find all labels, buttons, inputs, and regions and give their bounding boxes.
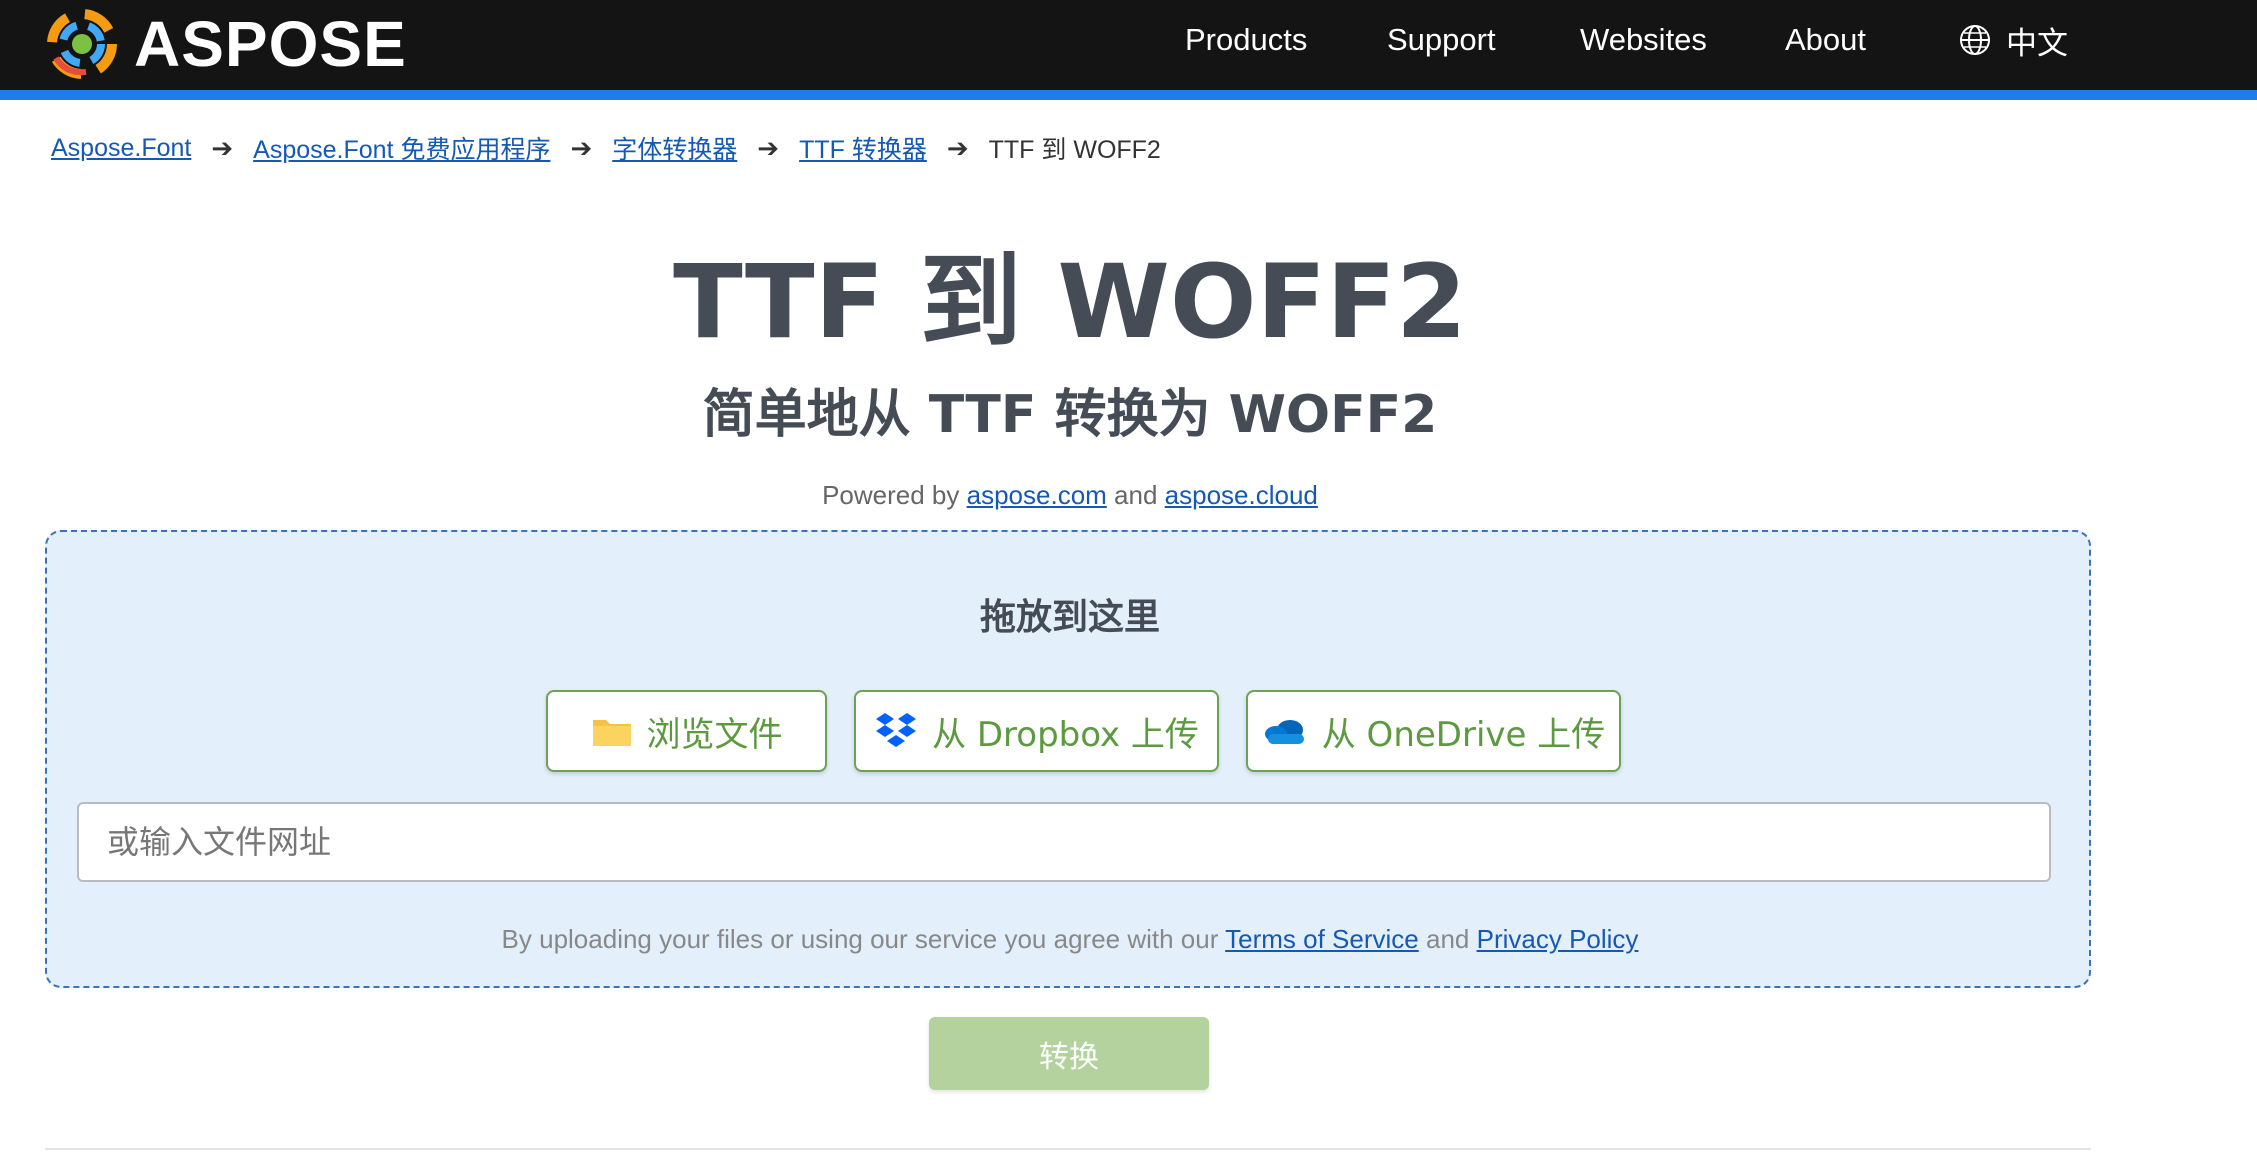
privacy-policy-link[interactable]: Privacy Policy — [1477, 924, 1639, 954]
nav-about[interactable]: About — [1785, 0, 1866, 80]
breadcrumb-arrow-icon: ➔ — [757, 132, 780, 163]
aspose-cloud-link[interactable]: aspose.cloud — [1165, 480, 1318, 510]
content-divider — [45, 1148, 2091, 1150]
terms-of-service-link[interactable]: Terms of Service — [1225, 924, 1419, 954]
language-label: 中文 — [2006, 25, 2068, 61]
convert-button[interactable]: 转换 — [929, 1017, 1209, 1090]
aspose-com-link[interactable]: aspose.com — [967, 480, 1107, 510]
breadcrumb-arrow-icon: ➔ — [570, 132, 593, 163]
onedrive-upload-button[interactable]: 从 OneDrive 上传 — [1246, 690, 1621, 772]
terms-prefix: By uploading your files or using our ser… — [501, 924, 1219, 954]
breadcrumb-arrow-icon: ➔ — [211, 132, 234, 163]
header-accent-line — [0, 90, 2257, 100]
dropbox-icon — [876, 713, 917, 747]
nav-websites[interactable]: Websites — [1580, 0, 1707, 80]
file-drop-zone[interactable]: 拖放到这里 浏览文件 从 Dropbox 上传 从 OneDrive 上传 或输… — [45, 530, 2091, 988]
breadcrumb: Aspose.Font ➔ Aspose.Font 免费应用程序 ➔ 字体转换器… — [51, 128, 1161, 168]
breadcrumb-font-converter[interactable]: 字体转换器 — [612, 130, 737, 166]
page: ASPOSE Products Support Websites About 中… — [0, 0, 2257, 1152]
browse-files-label: 浏览文件 — [646, 714, 783, 755]
dropbox-upload-button[interactable]: 从 Dropbox 上传 — [854, 690, 1219, 772]
breadcrumb-arrow-icon: ➔ — [946, 132, 969, 163]
powered-prefix: Powered by — [822, 480, 960, 510]
powered-by: Powered by aspose.com and aspose.cloud — [0, 480, 2140, 511]
drop-zone-title: 拖放到这里 — [979, 597, 1160, 638]
file-url-input[interactable] — [77, 802, 2051, 882]
breadcrumb-free-apps[interactable]: Aspose.Font 免费应用程序 — [253, 130, 550, 166]
aspose-logo[interactable]: ASPOSE — [46, 6, 407, 82]
language-selector[interactable]: 中文 — [1958, 0, 2068, 80]
globe-icon — [1960, 25, 1990, 55]
onedrive-icon — [1264, 720, 1304, 744]
onedrive-upload-label: 从 OneDrive 上传 — [1321, 714, 1606, 755]
breadcrumb-current: TTF 到 WOFF2 — [988, 136, 1161, 164]
aspose-logo-icon — [47, 9, 117, 79]
terms-and: and — [1425, 924, 1470, 954]
folder-icon — [592, 720, 631, 746]
dropbox-upload-label: 从 Dropbox 上传 — [932, 714, 1199, 755]
terms-notice: By uploading your files or using our ser… — [47, 924, 2093, 955]
powered-and: and — [1114, 480, 1158, 510]
logo-text: ASPOSE — [134, 8, 407, 80]
breadcrumb-ttf-converter[interactable]: TTF 转换器 — [799, 130, 927, 166]
breadcrumb-aspose-font[interactable]: Aspose.Font — [51, 134, 191, 163]
browse-files-button[interactable]: 浏览文件 — [546, 690, 827, 772]
top-navigation-bar: ASPOSE Products Support Websites About 中… — [0, 0, 2257, 90]
nav-support[interactable]: Support — [1387, 0, 1496, 80]
nav-products[interactable]: Products — [1185, 0, 1307, 80]
page-title: TTF 到 WOFF2 — [673, 243, 1467, 362]
page-subtitle: 简单地从 TTF 转换为 WOFF2 — [702, 385, 1438, 445]
